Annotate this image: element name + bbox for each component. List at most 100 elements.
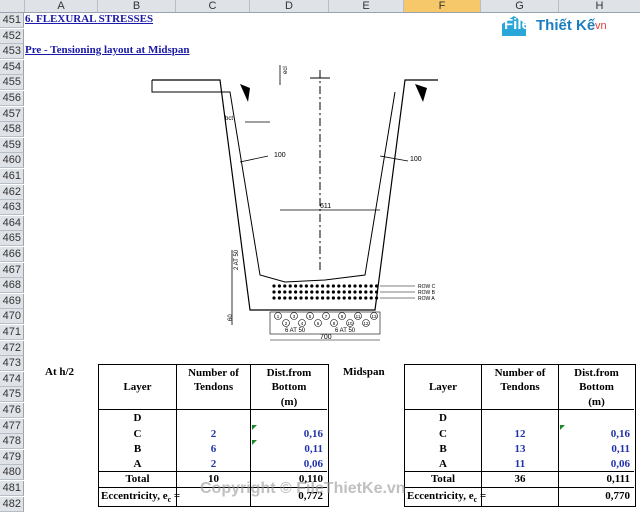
tendon-dot xyxy=(315,284,319,288)
row-header[interactable]: 463 xyxy=(0,200,24,216)
row-header[interactable]: 465 xyxy=(0,231,24,247)
row-header[interactable]: 458 xyxy=(0,122,24,138)
row-header[interactable]: 453 xyxy=(0,44,24,60)
row-header[interactable]: 477 xyxy=(0,418,24,434)
column-header-h[interactable]: H xyxy=(559,0,640,12)
row-header[interactable]: 474 xyxy=(0,371,24,387)
ecl-label: ecl xyxy=(283,66,289,74)
column-header-a[interactable]: A xyxy=(25,0,98,12)
logo-text-thietke: Thiết Kế xyxy=(536,17,596,34)
row-header[interactable]: 464 xyxy=(0,215,24,231)
row-header[interactable]: 471 xyxy=(0,325,24,340)
row-header[interactable]: 473 xyxy=(0,356,24,372)
right-eccentricity-value: 0,770 xyxy=(605,490,630,502)
comment-flag-icon[interactable] xyxy=(560,425,565,430)
tendon-dot xyxy=(288,296,292,300)
right-row-dist[interactable]: 0,11 xyxy=(559,443,630,455)
tendon-dot xyxy=(375,284,379,288)
right-row-tendons[interactable]: 13 xyxy=(482,443,558,455)
tendon-dot xyxy=(369,284,373,288)
bottom-width-label: 700 xyxy=(320,334,332,341)
left-row-tendons[interactable]: 2 xyxy=(177,428,250,440)
strand-number-circle: 1 xyxy=(274,312,282,320)
right-row-dist[interactable]: 0,16 xyxy=(559,428,630,440)
bottom-offset-label: 60 xyxy=(228,314,234,321)
column-header-f[interactable]: F xyxy=(404,0,481,12)
tendon-dot xyxy=(272,284,276,288)
row-header[interactable]: 451 xyxy=(0,13,24,28)
row-header[interactable]: 462 xyxy=(0,184,24,200)
row-header[interactable]: 455 xyxy=(0,75,24,91)
svg-text:4: 4 xyxy=(301,321,304,326)
tendon-dot xyxy=(342,290,346,294)
comment-flag-icon[interactable] xyxy=(252,440,257,445)
left-row-tendons[interactable]: 2 xyxy=(177,458,250,470)
section-title[interactable]: 6. FLEXURAL STRESSES xyxy=(25,13,153,25)
row-header[interactable]: 459 xyxy=(0,137,24,153)
subtitle[interactable]: Pre - Tensioning layout at Midspan xyxy=(25,44,190,56)
row-header[interactable]: 478 xyxy=(0,434,24,450)
right-row-dist[interactable]: 0,06 xyxy=(559,458,630,470)
tendon-dot xyxy=(321,284,325,288)
right-header-tendons-2: Tendons xyxy=(500,381,540,393)
row-header[interactable]: 481 xyxy=(0,481,24,496)
cross-section-drawing: ecl bct 100 100 611 2 AT 50 60 ROW C ROW… xyxy=(151,65,438,341)
row-header[interactable]: 454 xyxy=(0,59,24,75)
tendon-dot xyxy=(358,296,362,300)
filethietke-logo: File Thiết Kế .vn xyxy=(500,14,612,38)
tendon-dot xyxy=(272,290,276,294)
column-header-e[interactable]: E xyxy=(329,0,404,12)
strand-number-circle: 3 xyxy=(290,312,298,320)
row-header[interactable]: 467 xyxy=(0,262,24,278)
logo-text-file: File xyxy=(504,16,530,33)
strand-number-circle: 7 xyxy=(322,312,330,320)
tendon-dot xyxy=(337,290,341,294)
left-row-tendons[interactable]: 6 xyxy=(177,443,250,455)
wall-right-label: 100 xyxy=(410,156,422,163)
tendon-dot xyxy=(364,296,368,300)
row-header[interactable]: 466 xyxy=(0,247,24,262)
row-header[interactable]: 468 xyxy=(0,278,24,294)
left-row-dist[interactable]: 0,16 xyxy=(251,428,323,440)
strand-number-circle: 4 xyxy=(298,319,306,327)
tendon-dot xyxy=(369,296,373,300)
left-row-dist[interactable]: 0,06 xyxy=(251,458,323,470)
tendon-dot xyxy=(337,296,341,300)
column-header-g[interactable]: G xyxy=(481,0,559,12)
tendon-dot xyxy=(353,290,357,294)
tendon-dot xyxy=(348,284,352,288)
row-header[interactable]: 461 xyxy=(0,169,24,184)
row-header[interactable]: 457 xyxy=(0,106,24,122)
row-header[interactable]: 470 xyxy=(0,309,24,325)
svg-text:2: 2 xyxy=(285,321,288,326)
row-header[interactable]: 475 xyxy=(0,387,24,403)
row-header[interactable]: 456 xyxy=(0,91,24,106)
comment-flag-icon[interactable] xyxy=(252,425,257,430)
strand-number-circle: 10 xyxy=(346,319,354,327)
row-header[interactable]: 469 xyxy=(0,293,24,309)
row-header[interactable]: 472 xyxy=(0,340,24,356)
column-header-d[interactable]: D xyxy=(250,0,329,12)
row-header[interactable]: 460 xyxy=(0,153,24,169)
right-eccentricity-label: Eccentricity, ec = xyxy=(407,490,487,505)
left-row-dist[interactable]: 0,11 xyxy=(251,443,323,455)
tendon-dot xyxy=(342,296,346,300)
tendon-dot xyxy=(310,284,314,288)
row-header[interactable]: 452 xyxy=(0,28,24,44)
tendon-dot xyxy=(294,290,298,294)
row-header[interactable]: 479 xyxy=(0,449,24,465)
left-header-tendons-2: Tendons xyxy=(193,381,234,393)
column-header-b[interactable]: B xyxy=(98,0,176,12)
svg-text:10: 10 xyxy=(347,321,353,326)
row-header[interactable]: 482 xyxy=(0,496,24,512)
tendon-dot xyxy=(364,284,368,288)
row-header[interactable]: 476 xyxy=(0,403,24,418)
column-header-c[interactable]: C xyxy=(176,0,250,12)
row-header[interactable]: 480 xyxy=(0,465,24,481)
tendon-dot xyxy=(331,296,335,300)
tendon-dot xyxy=(304,290,308,294)
right-total-label: Total xyxy=(430,473,456,485)
select-all-corner[interactable] xyxy=(0,0,25,12)
right-row-tendons[interactable]: 11 xyxy=(482,458,558,470)
right-row-tendons[interactable]: 12 xyxy=(482,428,558,440)
